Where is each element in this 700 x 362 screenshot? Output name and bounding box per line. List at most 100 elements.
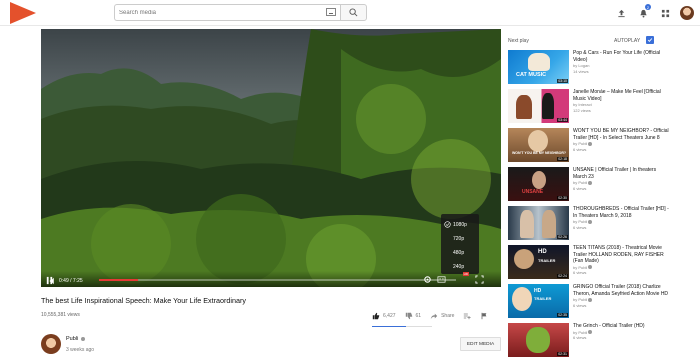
video-views: 6 views	[573, 224, 587, 230]
add-to-playlist-button[interactable]	[463, 312, 472, 320]
video-duration: 02:31	[557, 352, 568, 356]
thumbnail-text: TRAILER	[538, 258, 556, 263]
quality-option-480p[interactable]: 480p	[441, 246, 479, 260]
thumbs-up-icon	[372, 312, 380, 320]
captions-icon[interactable]	[437, 275, 446, 284]
verified-icon	[588, 297, 593, 302]
grid-icon	[661, 9, 669, 17]
thumbnail-text: UNSANE	[522, 189, 544, 195]
upload-button[interactable]	[610, 0, 632, 26]
verified-icon	[80, 336, 85, 341]
video-thumbnail[interactable]: HD TRAILER 02:24	[508, 245, 569, 279]
quality-option-720p[interactable]: 720p	[441, 232, 479, 246]
logo-play-icon[interactable]	[6, 1, 38, 25]
search-icon	[349, 8, 358, 17]
list-item[interactable]: HD TRAILER 02:35 GRINGO Official Trailer…	[508, 284, 668, 323]
upload-date: 3 weeks ago	[66, 347, 95, 353]
search-input[interactable]	[114, 4, 340, 21]
video-views: 6 views	[573, 146, 587, 152]
video-thumbnail[interactable]: 02:26	[508, 206, 569, 240]
quality-label: 480p	[453, 250, 465, 256]
video-info: UNSANE | Official Trailer | In theaters …	[573, 167, 669, 191]
video-actions: 6,427 61 Share	[372, 312, 494, 320]
like-button[interactable]: 6,427	[372, 312, 396, 320]
playlist-add-icon	[464, 313, 472, 320]
settings-gear-icon[interactable]	[423, 275, 432, 284]
quality-label: 720p	[453, 236, 465, 242]
share-button[interactable]: Share	[430, 312, 454, 320]
video-thumbnail[interactable]: 03:44	[508, 89, 569, 123]
video-info: GRINGO Official Trailer (2018) Charlize …	[573, 284, 669, 308]
quality-menu: 1080p 720p 480p 240p	[441, 214, 479, 274]
up-next-list: CAT MUSIC 03:10 Pop & Cars - Run For You…	[508, 50, 669, 362]
video-title[interactable]: TEEN TITANS (2018) - Theatrical Movie Tr…	[573, 245, 669, 265]
video-duration: 03:44	[557, 118, 568, 122]
keyboard-icon[interactable]	[326, 8, 336, 16]
video-info: Janelle Monáe – Make Me Feel [Official M…	[573, 89, 669, 113]
video-title[interactable]: Pop & Cars - Run For Your Life (Official…	[573, 50, 669, 63]
search-button[interactable]	[340, 4, 367, 21]
video-title[interactable]: WON'T YOU BE MY NEIGHBOR? - Official Tra…	[573, 128, 669, 141]
share-icon	[430, 313, 438, 320]
video-duration: 03:10	[557, 79, 568, 83]
autoplay-label: AUTOPLAY	[614, 38, 641, 44]
video-title[interactable]: Janelle Monáe – Make Me Feel [Official M…	[573, 89, 669, 102]
uploader-name-text: Publi	[66, 336, 79, 342]
video-duration: 02:26	[557, 235, 568, 239]
apps-button[interactable]	[654, 0, 676, 26]
dislike-button[interactable]: 61	[405, 312, 421, 320]
user-avatar[interactable]	[680, 6, 694, 20]
quality-option-1080p[interactable]: 1080p	[441, 218, 479, 232]
video-thumbnail[interactable]: WON'T YOU BE MY NEIGHBOR? 02:18	[508, 128, 569, 162]
thumbnail-text: TRAILER	[534, 296, 552, 301]
video-views: 14 views	[573, 68, 589, 74]
report-button[interactable]	[480, 312, 488, 320]
list-item[interactable]: WON'T YOU BE MY NEIGHBOR? 02:18 WON'T YO…	[508, 128, 669, 167]
thumbs-down-icon	[405, 312, 412, 320]
uploader-name[interactable]: Publi	[66, 336, 85, 342]
volume-icon[interactable]	[49, 277, 57, 285]
verified-icon	[588, 180, 593, 185]
video-thumbnail[interactable]: CAT MUSIC 03:10	[508, 50, 569, 84]
video-info: The Grinch - Official Trailer (HD) by Pu…	[573, 323, 669, 341]
progress-bar[interactable]	[99, 279, 456, 281]
verified-icon	[588, 219, 593, 224]
list-item[interactable]: 02:31 The Grinch - Official Trailer (HD)…	[508, 323, 668, 362]
top-icons: 2	[610, 0, 700, 26]
uploader-avatar[interactable]	[41, 334, 61, 354]
share-label: Share	[441, 313, 455, 319]
video-title[interactable]: GRINGO Official Trailer (2018) Charlize …	[573, 284, 669, 297]
video-title[interactable]: THOROUGHBREDS - Official Trailer [HD] - …	[573, 206, 669, 219]
autoplay-checkbox[interactable]	[646, 36, 654, 44]
video-thumbnail[interactable]: UNSANE 02:30	[508, 167, 569, 201]
video-duration: 02:35	[557, 313, 568, 317]
video-thumbnail[interactable]: 02:31	[508, 323, 569, 357]
notification-badge: 2	[645, 4, 651, 10]
verified-icon	[588, 330, 593, 335]
video-info: TEEN TITANS (2018) - Theatrical Movie Tr…	[573, 245, 669, 276]
video-frame-jungle	[41, 29, 501, 287]
flag-icon	[482, 312, 487, 320]
upload-icon	[617, 9, 625, 17]
video-title[interactable]: UNSANE | Official Trailer | In theaters …	[573, 167, 669, 180]
search-bar	[114, 4, 368, 21]
thumbnail-text: WON'T YOU BE MY NEIGHBOR?	[512, 151, 566, 155]
verified-icon	[588, 141, 593, 146]
like-ratio-bar	[372, 326, 432, 327]
notifications-button[interactable]: 2	[632, 0, 654, 26]
list-item[interactable]: CAT MUSIC 03:10 Pop & Cars - Run For You…	[508, 50, 668, 89]
edit-media-button[interactable]: EDIT MEDIA	[460, 337, 501, 351]
hd-badge: HD	[462, 272, 469, 276]
video-player[interactable]: 1080p 720p 480p 240p 0:49 / 7:25 HD	[41, 29, 501, 287]
like-count: 6,427	[383, 313, 396, 319]
list-item[interactable]: 02:26 THOROUGHBREDS - Official Trailer […	[508, 206, 669, 245]
list-item[interactable]: HD TRAILER 02:24 TEEN TITANS (2018) - Th…	[508, 245, 668, 284]
thumbnail-text: HD	[538, 249, 547, 255]
fullscreen-icon[interactable]	[475, 275, 484, 284]
video-thumbnail[interactable]: HD TRAILER 02:35	[508, 284, 569, 318]
video-views: 6 views	[573, 302, 587, 308]
list-item[interactable]: UNSANE 02:30 UNSANE | Official Trailer |…	[508, 167, 668, 206]
time-display: 0:49 / 7:25	[59, 278, 83, 284]
list-item[interactable]: 03:44 Janelle Monáe – Make Me Feel [Offi…	[508, 89, 668, 128]
video-info: WON'T YOU BE MY NEIGHBOR? - Official Tra…	[573, 128, 669, 152]
